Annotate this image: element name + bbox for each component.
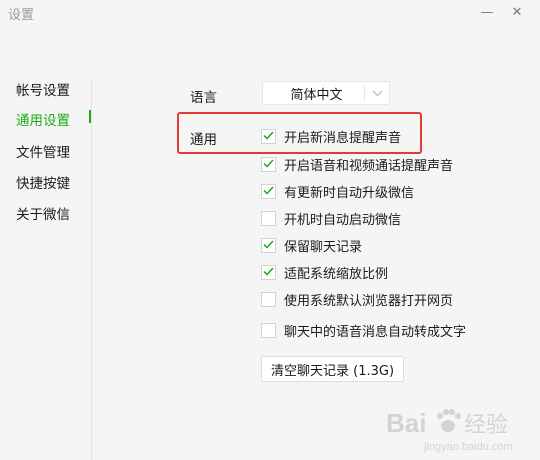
- watermark-brand: Bai: [386, 408, 426, 438]
- paw-icon: [437, 409, 461, 432]
- close-icon: ✕: [511, 4, 523, 20]
- minimize-button[interactable]: —: [472, 2, 502, 22]
- option-keep-history[interactable]: 保留聊天记录: [261, 236, 362, 255]
- sidebar-item-about[interactable]: 关于微信: [16, 203, 70, 223]
- checkbox[interactable]: [261, 292, 276, 307]
- sidebar-item-files[interactable]: 文件管理: [16, 141, 70, 161]
- sidebar-item-account[interactable]: 帐号设置: [16, 79, 70, 99]
- sidebar-divider: [91, 80, 92, 460]
- option-label: 开机时自动启动微信: [284, 213, 402, 228]
- option-label: 适配系统缩放比例: [284, 267, 389, 282]
- option-new-message-sound[interactable]: 开启新消息提醒声音: [261, 127, 401, 146]
- option-label: 开启语音和视频通话提醒声音: [284, 159, 454, 174]
- minimize-icon: —: [480, 4, 494, 20]
- language-select-value: 简体中文: [290, 87, 343, 103]
- check-icon: [263, 129, 274, 144]
- checkbox[interactable]: [261, 157, 276, 172]
- checkbox[interactable]: [261, 184, 276, 199]
- option-auto-start[interactable]: 开机时自动启动微信: [261, 209, 401, 228]
- option-label: 保留聊天记录: [284, 240, 363, 255]
- watermark-suffix: 经验: [464, 413, 508, 438]
- baidu-jingyan-watermark: Bai 经验 jingyan.baidu.com: [384, 398, 534, 456]
- option-system-scaling[interactable]: 适配系统缩放比例: [261, 263, 388, 282]
- option-auto-update[interactable]: 有更新时自动升级微信: [261, 182, 414, 201]
- settings-sidebar: 帐号设置 通用设置 文件管理 快捷按键 关于微信: [0, 0, 92, 460]
- option-call-sound[interactable]: 开启语音和视频通话提醒声音: [261, 155, 453, 174]
- close-button[interactable]: ✕: [502, 2, 532, 22]
- option-label: 使用系统默认浏览器打开网页: [284, 294, 454, 309]
- check-icon: [263, 184, 274, 199]
- option-voice-to-text[interactable]: 聊天中的语音消息自动转成文字: [261, 321, 466, 340]
- checkbox[interactable]: [261, 265, 276, 280]
- check-icon: [263, 157, 274, 172]
- check-icon: [263, 265, 274, 280]
- check-icon: [263, 238, 274, 253]
- watermark-url: jingyan.baidu.com: [423, 441, 513, 453]
- language-select[interactable]: 简体中文: [262, 81, 390, 105]
- chevron-down-icon: [365, 90, 389, 97]
- checkbox[interactable]: [261, 129, 276, 144]
- window-controls: — ✕: [472, 2, 532, 22]
- sidebar-item-shortcuts[interactable]: 快捷按键: [16, 172, 70, 192]
- language-label: 语言: [190, 90, 217, 106]
- option-default-browser[interactable]: 使用系统默认浏览器打开网页: [261, 290, 453, 309]
- checkbox[interactable]: [261, 211, 276, 226]
- option-label: 聊天中的语音消息自动转成文字: [284, 325, 467, 340]
- sidebar-item-general[interactable]: 通用设置: [16, 109, 70, 129]
- option-label: 有更新时自动升级微信: [284, 186, 415, 201]
- checkbox[interactable]: [261, 238, 276, 253]
- clear-chat-history-button[interactable]: 清空聊天记录 (1.3G): [261, 356, 405, 382]
- checkbox[interactable]: [261, 323, 276, 338]
- option-label: 开启新消息提醒声音: [284, 131, 402, 146]
